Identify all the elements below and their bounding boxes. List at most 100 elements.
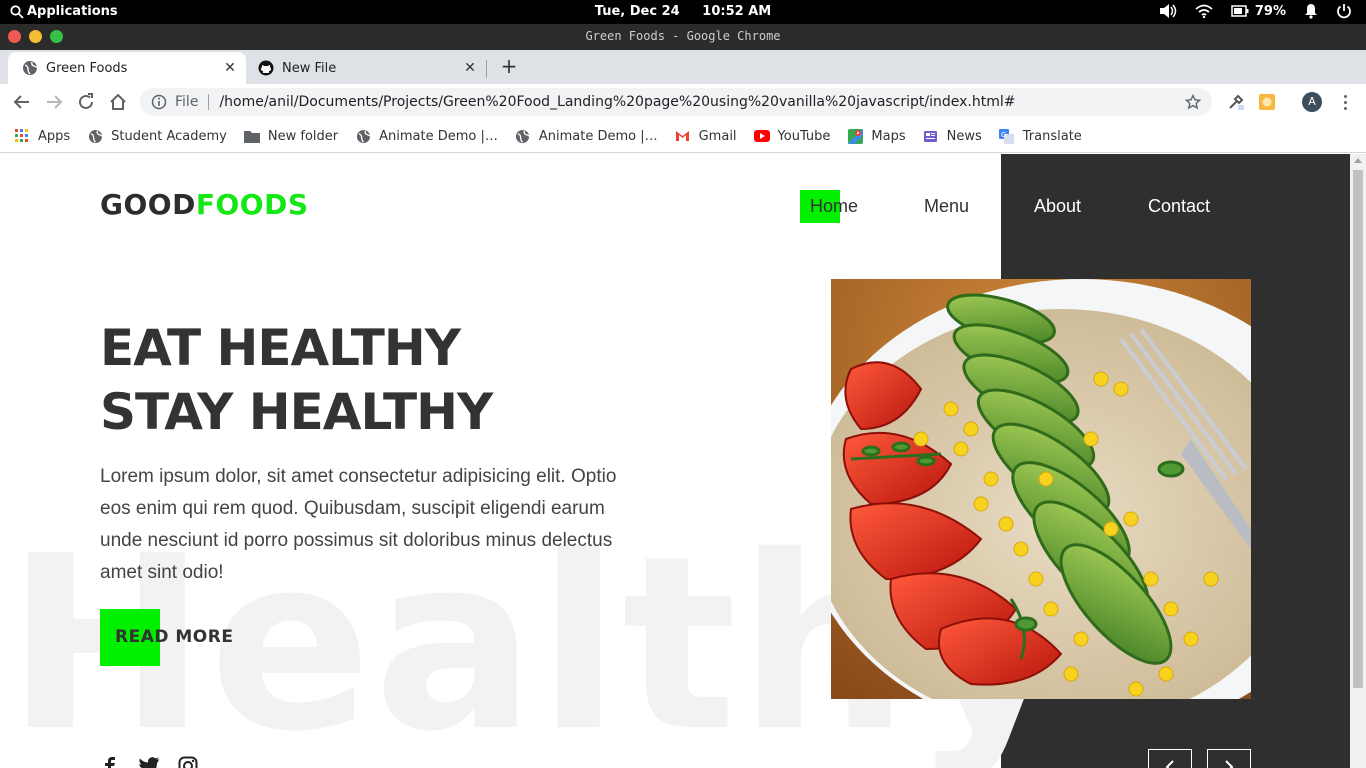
- bookmark-gmail[interactable]: Gmail: [675, 128, 737, 144]
- clock[interactable]: Tue, Dec 24 10:52 AM: [595, 4, 771, 19]
- forward-button[interactable]: [44, 92, 64, 112]
- apps-grid-icon: [14, 128, 30, 144]
- tab-new-file[interactable]: New File ✕: [250, 52, 486, 84]
- address-bar[interactable]: File /home/anil/Documents/Projects/Green…: [140, 88, 1212, 116]
- bookmark-animate-demo-2[interactable]: Animate Demo |…: [515, 128, 658, 144]
- page-scrollbar[interactable]: [1350, 154, 1366, 768]
- nav-home-link[interactable]: Home: [810, 196, 858, 217]
- slider-prev-button[interactable]: [1148, 749, 1192, 768]
- read-more-button[interactable]: READ MORE: [115, 627, 233, 647]
- twitter-icon[interactable]: [138, 756, 160, 768]
- scroll-up-arrow-icon[interactable]: [1354, 158, 1362, 163]
- battery-icon: [1231, 5, 1249, 17]
- bookmark-news[interactable]: News: [923, 128, 982, 144]
- reload-icon: [79, 93, 93, 109]
- notification-bell-icon[interactable]: [1304, 3, 1318, 19]
- info-icon[interactable]: [151, 94, 167, 110]
- globe-icon: [515, 128, 531, 144]
- close-tab-icon[interactable]: ✕: [220, 60, 240, 76]
- new-tab-button[interactable]: +: [498, 56, 520, 78]
- power-icon[interactable]: [1336, 3, 1352, 19]
- chevron-right-icon: [1225, 760, 1234, 768]
- site-logo[interactable]: GOODFOODS: [100, 188, 308, 221]
- url-text[interactable]: /home/anil/Documents/Projects/Green%20Fo…: [219, 94, 1184, 110]
- tab-label: Green Foods: [46, 60, 128, 76]
- bookmarks-bar: Apps Student Academy New folder Animate …: [0, 120, 1366, 153]
- bookmark-label: Animate Demo |…: [538, 128, 658, 144]
- back-button[interactable]: [12, 92, 32, 112]
- news-icon: [923, 128, 939, 144]
- applications-menu[interactable]: Applications: [10, 4, 118, 19]
- bookmark-label: Animate Demo |…: [379, 128, 498, 144]
- arrow-right-icon: [47, 95, 63, 109]
- hero-paragraph: Lorem ipsum dolor, sit amet consectetur …: [100, 466, 617, 583]
- window-title: Green Foods - Google Chrome: [585, 29, 781, 43]
- logo-part-good: GOOD: [100, 188, 196, 221]
- bookmark-maps[interactable]: Maps: [847, 128, 906, 144]
- bookmark-label: Translate: [1022, 128, 1082, 144]
- scheme-label: File: [175, 94, 199, 110]
- bookmark-label: Gmail: [698, 128, 737, 144]
- bookmark-new-folder[interactable]: New folder: [243, 128, 339, 144]
- browser-toolbar: File /home/anil/Documents/Projects/Green…: [0, 84, 1366, 120]
- youtube-icon: [753, 128, 770, 144]
- folder-icon: [243, 128, 260, 144]
- social-links: [100, 756, 198, 768]
- battery-percent: 79%: [1254, 3, 1286, 19]
- bookmark-translate[interactable]: G Translate: [999, 128, 1082, 144]
- gmail-icon: [675, 128, 691, 144]
- globe-icon: [23, 61, 38, 75]
- maps-icon: [847, 128, 863, 144]
- bookmark-star-icon[interactable]: [1184, 94, 1202, 110]
- tab-label: New File: [282, 60, 337, 76]
- bookmark-label: Apps: [38, 128, 71, 144]
- bookmark-label: YouTube: [777, 128, 831, 144]
- bookmark-student-academy[interactable]: Student Academy: [87, 128, 227, 144]
- scrollbar-thumb[interactable]: [1353, 170, 1363, 688]
- omnibox-separator: [208, 94, 210, 110]
- bookmark-apps[interactable]: Apps: [14, 128, 70, 144]
- bookmark-label: Maps: [871, 128, 906, 144]
- window-title-bar: Green Foods - Google Chrome: [0, 24, 1366, 50]
- nav-contact-link[interactable]: Contact: [1148, 196, 1210, 217]
- nav-menu-link[interactable]: Menu: [924, 196, 969, 217]
- bookmark-label: New folder: [267, 128, 339, 144]
- applications-label: Applications: [27, 4, 118, 19]
- logo-part-foods: FOODS: [195, 188, 309, 221]
- tab-green-foods[interactable]: Green Foods ✕: [8, 52, 246, 84]
- profile-avatar[interactable]: A: [1302, 92, 1322, 112]
- facebook-icon[interactable]: [100, 756, 120, 768]
- extension-icon[interactable]: [1258, 93, 1276, 111]
- system-top-bar: Applications Tue, Dec 24 10:52 AM 79%: [0, 0, 1366, 24]
- headline-line-2: STAY HEALTHY: [100, 383, 493, 441]
- instagram-icon[interactable]: [178, 756, 198, 768]
- svg-text:G: G: [1001, 131, 1006, 139]
- chrome-menu-button[interactable]: [1340, 92, 1350, 112]
- translate-icon: G: [999, 128, 1015, 144]
- home-icon: [110, 93, 126, 110]
- tab-strip: Green Foods ✕ New File ✕ +: [0, 50, 1366, 84]
- wifi-icon[interactable]: [1195, 4, 1213, 18]
- slider-next-button[interactable]: [1207, 749, 1251, 768]
- arrow-left-icon: [13, 95, 29, 109]
- hero-headline: EAT HEALTHY STAY HEALTHY: [100, 316, 493, 444]
- close-tab-icon[interactable]: ✕: [460, 60, 480, 76]
- web-page: Healthy GOODFOODS Home Menu About Contac…: [0, 154, 1350, 768]
- globe-icon: [355, 128, 371, 144]
- github-icon: [258, 60, 274, 76]
- home-button[interactable]: [108, 92, 128, 112]
- reload-button[interactable]: [76, 92, 96, 112]
- battery-indicator[interactable]: 79%: [1231, 4, 1286, 19]
- volume-icon[interactable]: [1159, 3, 1177, 19]
- eyedropper-extension-icon[interactable]: [1227, 93, 1245, 111]
- search-icon: [10, 4, 24, 19]
- salad-photo: [831, 279, 1251, 699]
- bookmark-youtube[interactable]: YouTube: [753, 128, 831, 144]
- bookmark-label: News: [946, 128, 982, 144]
- globe-icon: [87, 128, 103, 144]
- bookmark-animate-demo-1[interactable]: Animate Demo |…: [355, 128, 498, 144]
- nav-about-link[interactable]: About: [1034, 196, 1081, 217]
- bookmark-label: Student Academy: [111, 128, 227, 144]
- headline-line-1: EAT HEALTHY: [100, 319, 461, 377]
- chevron-left-icon: [1165, 760, 1174, 768]
